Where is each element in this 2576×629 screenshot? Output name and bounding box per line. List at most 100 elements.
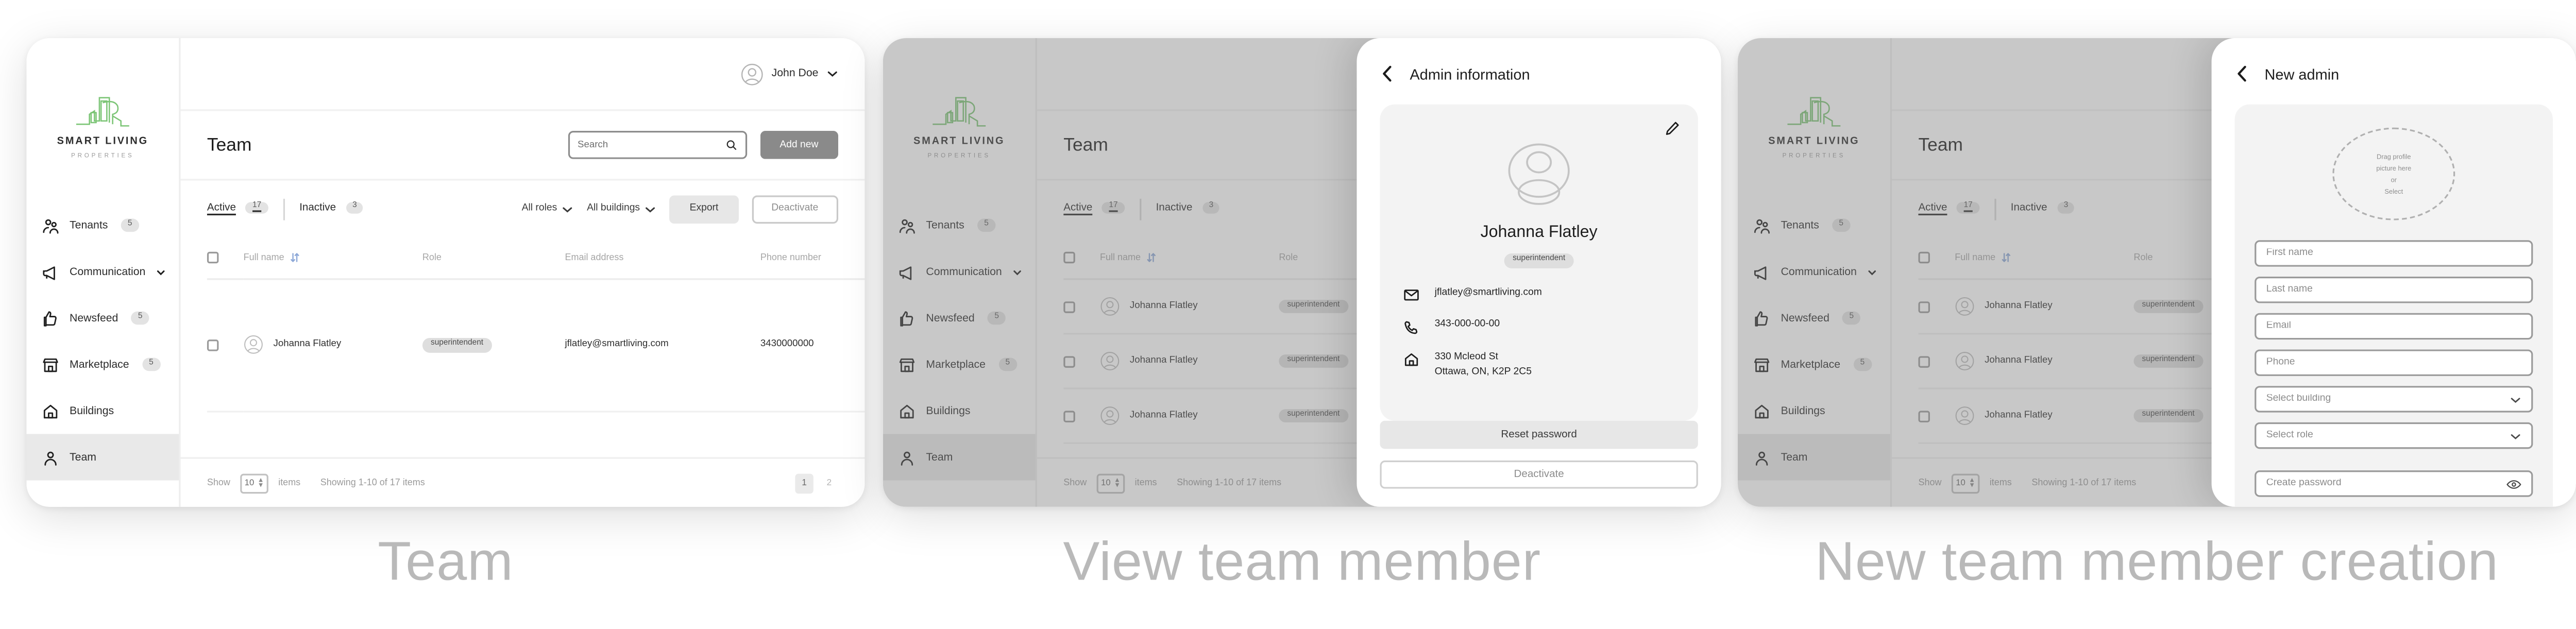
role-badge: superintendent <box>1279 353 1348 369</box>
row-checkbox[interactable] <box>207 339 219 351</box>
select-all-checkbox[interactable] <box>1063 251 1075 264</box>
admin-profile-card: Johanna Flatley superintendent jflatley@… <box>1380 104 1698 421</box>
create-password-input[interactable] <box>2266 479 2506 489</box>
sidebar-item-marketplace[interactable]: Marketplace 5 <box>26 341 179 387</box>
sort-icon[interactable] <box>289 252 299 264</box>
row-checkbox[interactable] <box>1918 300 1930 313</box>
chevron-down-icon[interactable] <box>645 205 657 213</box>
chevron-down-icon[interactable] <box>1867 266 1877 278</box>
stepper-arrows-icon[interactable]: ▲ ▼ <box>258 477 264 487</box>
create-password-field[interactable] <box>2255 470 2533 497</box>
brand-logo: SMART LIVING PROPERTIES <box>1738 48 1890 192</box>
sidebar-item-buildings[interactable]: Buildings <box>26 387 179 434</box>
sidebar-item-buildings[interactable]: Buildings <box>1738 387 1890 434</box>
row-checkbox[interactable] <box>1918 355 1930 367</box>
store-icon <box>43 358 58 371</box>
sidebar-item-tenants[interactable]: Tenants 5 <box>883 202 1036 248</box>
select-role-field[interactable] <box>2255 422 2533 449</box>
sidebar-item-communication[interactable]: Communication <box>883 248 1036 295</box>
page-button-1[interactable]: 1 <box>795 473 814 493</box>
back-chevron-icon[interactable] <box>2235 64 2250 82</box>
last-name-input[interactable] <box>2266 285 2521 295</box>
email-field[interactable] <box>2255 313 2533 340</box>
search-box[interactable] <box>567 131 747 159</box>
page-size-stepper[interactable]: 10 ▲ ▼ <box>1951 473 1980 493</box>
tab-inactive[interactable]: Inactive 3 <box>299 201 364 216</box>
showing-range: Showing 1-10 of 17 items <box>320 478 425 488</box>
col-full-name[interactable]: Full name <box>243 236 422 280</box>
filter-roles[interactable]: All roles <box>522 203 574 214</box>
sidebar-item-marketplace[interactable]: Marketplace 5 <box>883 341 1036 387</box>
select-all-checkbox[interactable] <box>1918 251 1930 264</box>
deactivate-button[interactable]: Deactivate <box>751 194 839 223</box>
sidebar-item-team[interactable]: Team <box>883 434 1036 481</box>
sort-icon[interactable] <box>1146 252 1156 264</box>
chevron-down-icon[interactable] <box>562 205 574 213</box>
chevron-down-icon[interactable] <box>2510 432 2521 440</box>
row-checkbox[interactable] <box>1918 410 1930 422</box>
export-button[interactable]: Export <box>669 194 738 223</box>
sidebar-item-tenants[interactable]: Tenants 5 <box>1738 202 1890 248</box>
tab-active[interactable]: Active 17 <box>1063 201 1125 216</box>
sidebar-item-communication[interactable]: Communication <box>1738 248 1890 295</box>
dropzone-select-link[interactable]: Select <box>2384 187 2403 195</box>
sort-icon[interactable] <box>2001 252 2010 264</box>
sidebar-item-newsfeed[interactable]: Newsfeed 5 <box>26 295 179 341</box>
page-size-stepper[interactable]: 10 ▲ ▼ <box>1096 473 1125 493</box>
tab-active[interactable]: Active 17 <box>207 201 268 216</box>
chevron-down-icon[interactable] <box>827 70 839 78</box>
add-new-button[interactable]: Add new <box>759 131 839 159</box>
sidebar-item-newsfeed[interactable]: Newsfeed 5 <box>883 295 1036 341</box>
phone-input[interactable] <box>2266 358 2521 368</box>
chevron-down-icon[interactable] <box>1012 266 1022 278</box>
table-row[interactable]: Johanna Flatley superintendent jflatley@… <box>207 411 865 457</box>
page-size-stepper[interactable]: 10 ▲ ▼ <box>240 473 268 493</box>
sidebar-item-communication[interactable]: Communication <box>26 248 179 295</box>
profile-picture-dropzone[interactable]: Drag profile picture here or Select <box>2332 127 2455 220</box>
edit-pencil-icon[interactable] <box>1665 121 1680 136</box>
filter-buildings[interactable]: All buildings <box>587 203 657 214</box>
email-input[interactable] <box>2266 321 2521 332</box>
sidebar-item-tenants[interactable]: Tenants 5 <box>26 202 179 248</box>
first-name-field[interactable] <box>2255 240 2533 267</box>
stepper-arrows-icon[interactable]: ▲ ▼ <box>1969 477 1975 487</box>
stepper-arrows-icon[interactable]: ▲ ▼ <box>1114 477 1121 487</box>
row-checkbox[interactable] <box>1063 300 1075 313</box>
deactivate-button[interactable]: Deactivate <box>1380 460 1698 488</box>
back-chevron-icon[interactable] <box>1380 64 1395 82</box>
sidebar-item-team[interactable]: Team <box>1737 434 1890 481</box>
search-input[interactable] <box>578 140 725 150</box>
chevron-down-icon[interactable] <box>156 266 166 278</box>
last-name-field[interactable] <box>2255 276 2533 303</box>
admin-role-badge: superintendent <box>1504 253 1574 268</box>
sidebar-item-marketplace[interactable]: Marketplace 5 <box>1738 341 1890 387</box>
col-full-name[interactable]: Full name <box>1955 236 2134 280</box>
page-button-2[interactable]: 2 <box>820 473 838 493</box>
avatar <box>1955 352 1974 370</box>
reset-password-button[interactable]: Reset password <box>1380 420 1698 449</box>
select-all-checkbox[interactable] <box>207 251 219 264</box>
row-checkbox[interactable] <box>1063 355 1075 367</box>
select-role-input[interactable] <box>2266 431 2510 441</box>
eye-icon[interactable] <box>2506 478 2521 490</box>
search-icon[interactable] <box>725 139 737 151</box>
select-building-field[interactable] <box>2255 386 2533 413</box>
table-row[interactable]: Johanna Flatley superintendent jflatley@… <box>207 279 865 412</box>
phone-icon <box>1404 320 1418 334</box>
sidebar-item-label: Newsfeed <box>70 312 118 324</box>
chevron-down-icon[interactable] <box>2510 395 2521 403</box>
tab-inactive[interactable]: Inactive 3 <box>1156 201 1221 216</box>
col-full-name[interactable]: Full name <box>1100 236 1279 280</box>
first-name-input[interactable] <box>2266 248 2521 259</box>
select-building-input[interactable] <box>2266 394 2510 404</box>
sidebar-item-buildings[interactable]: Buildings <box>883 387 1036 434</box>
sidebar-item-team[interactable]: Team <box>26 434 179 481</box>
user-menu[interactable]: John Doe <box>740 62 838 86</box>
thumbs-up-icon <box>43 310 57 326</box>
sidebar-item-newsfeed[interactable]: Newsfeed 5 <box>1738 295 1890 341</box>
row-checkbox[interactable] <box>1063 410 1075 422</box>
sidebar: SMART LIVING PROPERTIES Tenants 5 Commun… <box>1737 38 1892 507</box>
phone-field[interactable] <box>2255 349 2533 376</box>
tab-active[interactable]: Active 17 <box>1918 201 1979 216</box>
tab-inactive[interactable]: Inactive 3 <box>2011 201 2075 216</box>
